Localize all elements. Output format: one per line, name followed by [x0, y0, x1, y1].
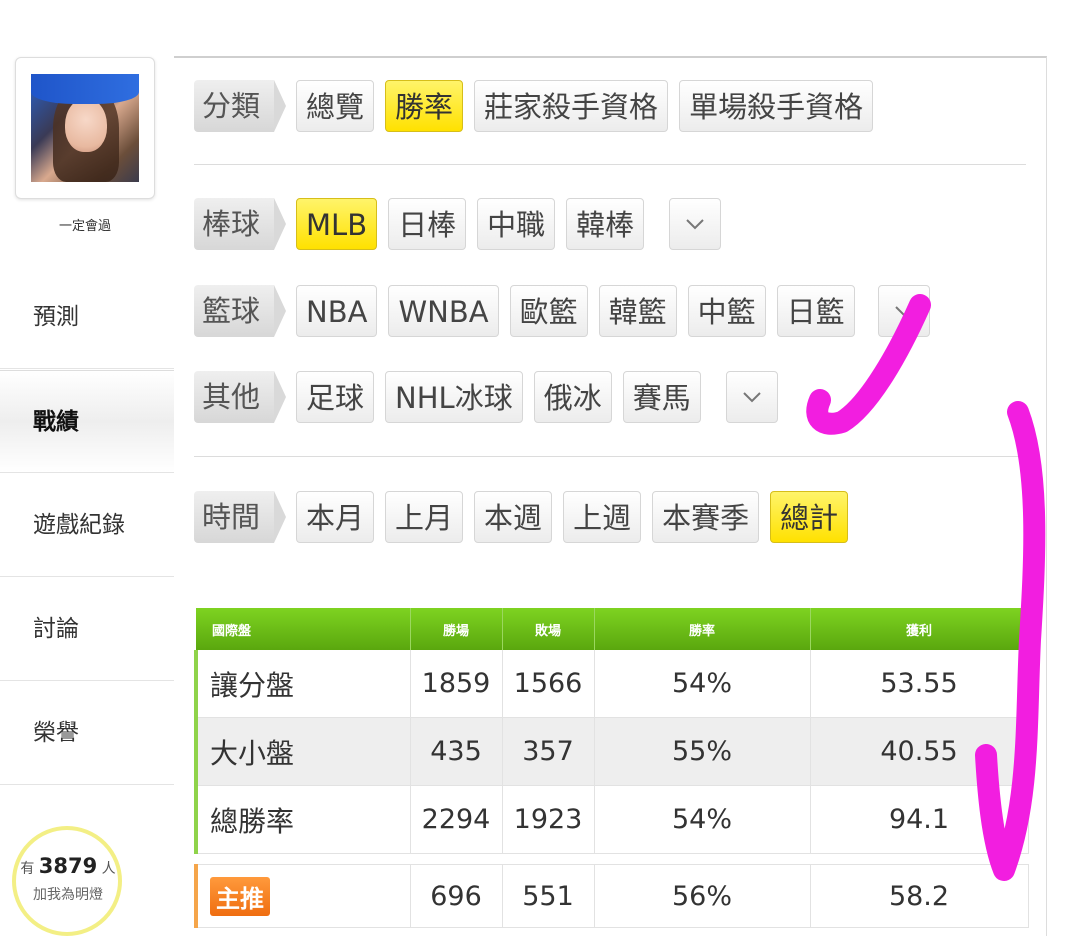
- row-profit: 53.55: [810, 650, 1029, 718]
- header-losses: 敗場: [502, 608, 595, 650]
- pick-winrate: 56%: [594, 864, 811, 928]
- nav-item-record[interactable]: 戰績: [0, 370, 174, 473]
- basketball-label: 籃球: [194, 285, 287, 337]
- basketball-nba-chip[interactable]: NBA: [296, 285, 378, 337]
- category-filter-row: 分類 總覽 勝率 莊家殺手資格 單場殺手資格: [194, 77, 884, 135]
- nav-item-discussion[interactable]: 討論: [0, 578, 174, 681]
- avatar[interactable]: [31, 74, 139, 182]
- basketball-wnba-chip[interactable]: WNBA: [388, 285, 499, 337]
- other-khl-chip[interactable]: 俄冰: [533, 371, 612, 423]
- row-market: 讓分盤: [194, 650, 411, 718]
- row-winrate: 54%: [594, 650, 811, 718]
- nav-item-honors[interactable]: 榮譽: [0, 682, 174, 785]
- fans-count: 3879: [38, 854, 98, 878]
- row-market: 大小盤: [194, 717, 411, 786]
- category-label: 分類: [194, 80, 287, 132]
- time-this-season-chip[interactable]: 本賽季: [652, 491, 760, 543]
- table-row: 總勝率 2294 1923 54% 94.1: [194, 785, 1029, 854]
- basketball-filter-row: 籃球 NBA WNBA 歐籃 韓籃 中籃 日籃: [194, 282, 930, 340]
- category-winrate-chip[interactable]: 勝率: [385, 80, 464, 132]
- row-winrate: 54%: [594, 785, 811, 854]
- basketball-korea-chip[interactable]: 韓籃: [598, 285, 677, 337]
- row-wins: 2294: [410, 785, 503, 854]
- time-this-week-chip[interactable]: 本週: [474, 491, 553, 543]
- follow-button[interactable]: 有 3879 人 加我為明燈: [12, 826, 122, 936]
- baseball-more-button[interactable]: [669, 198, 722, 250]
- baseball-kbo-chip[interactable]: 韓棒: [566, 198, 645, 250]
- other-more-button[interactable]: [725, 371, 778, 423]
- row-wins: 435: [410, 717, 503, 786]
- other-soccer-chip[interactable]: 足球: [296, 371, 375, 423]
- username[interactable]: 一定會過: [0, 215, 170, 234]
- pick-badge: 主推: [210, 876, 270, 916]
- pick-losses: 551: [502, 864, 595, 928]
- pick-label-cell: 主推: [194, 864, 411, 928]
- other-horse-racing-chip[interactable]: 賽馬: [622, 371, 701, 423]
- fans-prefix: 有: [20, 861, 35, 877]
- chevron-down-icon: [743, 392, 761, 403]
- nav-item-game-history[interactable]: 遊戲紀錄: [0, 474, 174, 577]
- avatar-frame[interactable]: [15, 57, 155, 199]
- table-header-row: 國際盤 勝場 敗場 勝率 獲利: [196, 608, 1029, 650]
- basketball-more-button[interactable]: [877, 285, 930, 337]
- row-profit: 94.1: [810, 785, 1029, 854]
- category-single-killer-chip[interactable]: 單場殺手資格: [679, 80, 874, 132]
- main-panel: 分類 總覽 勝率 莊家殺手資格 單場殺手資格 棒球 MLB 日棒 中職 韓棒 籃…: [174, 56, 1047, 936]
- header-winrate: 勝率: [594, 608, 811, 650]
- row-profit: 40.55: [810, 717, 1029, 786]
- table-spacer: [196, 853, 1028, 865]
- row-market: 總勝率: [194, 785, 411, 854]
- time-last-week-chip[interactable]: 上週: [563, 491, 642, 543]
- basketball-china-chip[interactable]: 中籃: [687, 285, 766, 337]
- time-this-month-chip[interactable]: 本月: [296, 491, 375, 543]
- baseball-label: 棒球: [194, 198, 287, 250]
- baseball-mlb-chip[interactable]: MLB: [296, 198, 378, 250]
- category-banker-killer-chip[interactable]: 莊家殺手資格: [474, 80, 669, 132]
- table-row: 讓分盤 1859 1566 54% 53.55: [194, 650, 1029, 718]
- chevron-down-icon: [894, 306, 913, 317]
- row-losses: 1923: [502, 785, 595, 854]
- basketball-euro-chip[interactable]: 歐籃: [509, 285, 588, 337]
- row-losses: 1566: [502, 650, 595, 718]
- header-market: 國際盤: [196, 608, 411, 650]
- pick-profit: 58.2: [810, 864, 1029, 928]
- row-losses: 357: [502, 717, 595, 786]
- time-total-chip[interactable]: 總計: [770, 491, 849, 543]
- other-nhl-chip[interactable]: NHL冰球: [385, 371, 523, 423]
- time-label: 時間: [194, 491, 287, 543]
- divider: [194, 456, 1026, 457]
- sidebar: 一定會過 預測 戰績 遊戲紀錄 討論 榮譽 有 3879 人 加我為明燈: [0, 0, 174, 936]
- fans-suffix: 人: [101, 861, 116, 877]
- baseball-filter-row: 棒球 MLB 日棒 中職 韓棒: [194, 195, 722, 253]
- nav-item-predictions[interactable]: 預測: [0, 266, 174, 369]
- time-last-month-chip[interactable]: 上月: [385, 491, 464, 543]
- other-label: 其他: [194, 371, 287, 423]
- time-filter-row: 時間 本月 上月 本週 上週 本賽季 總計: [194, 488, 859, 546]
- category-overview-chip[interactable]: 總覽: [296, 80, 375, 132]
- follow-label: 加我為明燈: [33, 887, 103, 903]
- other-filter-row: 其他 足球 NHL冰球 俄冰 賽馬: [194, 368, 778, 426]
- baseball-cpbl-chip[interactable]: 中職: [477, 198, 556, 250]
- header-wins: 勝場: [410, 608, 503, 650]
- header-profit: 獲利: [810, 608, 1029, 650]
- baseball-npb-chip[interactable]: 日棒: [388, 198, 467, 250]
- chevron-down-icon: [686, 219, 704, 230]
- row-winrate: 55%: [594, 717, 811, 786]
- pick-wins: 696: [410, 864, 503, 928]
- stats-table: 國際盤 勝場 敗場 勝率 獲利 讓分盤 1859 1566 54% 53.55 …: [194, 608, 1029, 928]
- basketball-japan-chip[interactable]: 日籃: [776, 285, 855, 337]
- divider: [194, 164, 1026, 165]
- pick-row: 主推 696 551 56% 58.2: [194, 864, 1029, 928]
- row-wins: 1859: [410, 650, 503, 718]
- table-row: 大小盤 435 357 55% 40.55: [194, 717, 1029, 786]
